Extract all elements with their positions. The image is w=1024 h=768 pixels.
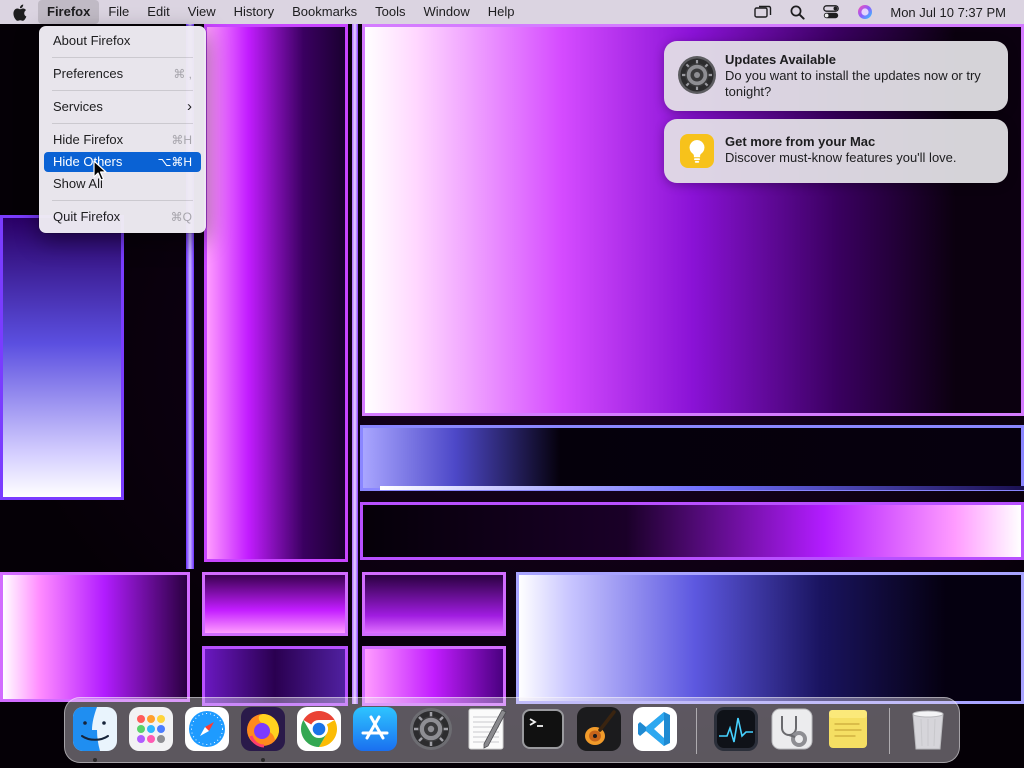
garageband-icon[interactable] — [576, 706, 622, 752]
menu-history[interactable]: History — [225, 0, 283, 24]
launchpad-icon[interactable] — [128, 706, 174, 752]
menu-edit[interactable]: Edit — [138, 0, 178, 24]
screen-mirroring-icon[interactable] — [746, 0, 780, 24]
firefox-app-menu: About Firefox Preferences ⌘ , Services ›… — [39, 26, 206, 233]
trash-icon[interactable] — [905, 706, 951, 752]
menu-item-preferences[interactable]: Preferences ⌘ , — [44, 64, 201, 84]
submenu-chevron-icon: › — [187, 98, 192, 115]
app-store-icon[interactable] — [352, 706, 398, 752]
menu-item-label: About Firefox — [53, 33, 131, 48]
terminal-icon[interactable] — [520, 706, 566, 752]
textedit-icon[interactable] — [464, 706, 510, 752]
safari-icon[interactable] — [184, 706, 230, 752]
system-settings-gear-icon — [677, 55, 717, 95]
notification-updates-available[interactable]: Updates Available Do you want to install… — [664, 41, 1008, 111]
menu-separator — [52, 57, 193, 58]
vscode-icon[interactable] — [632, 706, 678, 752]
menu-item-quit-firefox[interactable]: Quit Firefox ⌘Q — [44, 207, 201, 227]
dock-divider — [889, 708, 890, 754]
menu-item-label: Hide Others — [53, 154, 123, 169]
dock-divider — [696, 708, 697, 754]
notification-title: Updates Available — [725, 52, 837, 67]
menu-separator — [52, 123, 193, 124]
menu-file[interactable]: File — [99, 0, 138, 24]
menu-bookmarks[interactable]: Bookmarks — [283, 0, 366, 24]
menubar-clock[interactable]: Mon Jul 10 7:37 PM — [882, 5, 1024, 20]
menu-item-shortcut: ⌘H — [171, 133, 192, 147]
menu-item-hide-others[interactable]: Hide Others ⌥⌘H — [44, 152, 201, 172]
menu-item-label: Preferences — [53, 66, 124, 81]
system-settings-icon[interactable] — [408, 706, 454, 752]
activity-monitor-icon[interactable] — [713, 706, 759, 752]
finder-icon[interactable] — [72, 706, 118, 752]
menu-separator — [52, 90, 193, 91]
menu-bar: Firefox File Edit View History Bookmarks… — [0, 0, 1024, 24]
notification-title: Get more from your Mac — [725, 134, 876, 149]
disk-utility-icon[interactable] — [769, 706, 815, 752]
notification-body: Discover must-know features you'll love. — [725, 150, 957, 165]
dock — [64, 697, 960, 763]
notification-get-more-from-mac[interactable]: Get more from your Mac Discover must-kno… — [664, 119, 1008, 183]
stickies-icon[interactable] — [825, 706, 871, 752]
menu-item-services[interactable]: Services › — [44, 97, 201, 117]
chrome-icon[interactable] — [296, 706, 342, 752]
menu-item-shortcut: ⌘Q — [170, 210, 192, 224]
mouse-pointer-icon — [93, 160, 107, 182]
running-indicator-firefox — [261, 758, 265, 762]
menu-item-label: Services — [53, 99, 103, 114]
menu-window[interactable]: Window — [415, 0, 479, 24]
menu-item-show-all[interactable]: Show All — [44, 174, 201, 194]
menu-view[interactable]: View — [179, 0, 225, 24]
firefox-icon[interactable] — [240, 706, 286, 752]
menu-firefox[interactable]: Firefox — [38, 0, 100, 24]
notification-body: Do you want to install the updates now o… — [725, 68, 981, 99]
notification-text: Updates Available Do you want to install… — [725, 52, 994, 100]
menu-help[interactable]: Help — [479, 0, 524, 24]
tips-lightbulb-icon — [677, 131, 717, 171]
siri-icon[interactable] — [848, 0, 882, 24]
menu-item-hide-firefox[interactable]: Hide Firefox ⌘H — [44, 130, 201, 150]
menu-item-label: Hide Firefox — [53, 132, 124, 147]
spotlight-search-icon[interactable] — [780, 0, 814, 24]
apple-logo-icon[interactable] — [0, 0, 38, 24]
menu-item-label: Quit Firefox — [53, 209, 121, 224]
menu-item-about-firefox[interactable]: About Firefox — [44, 31, 201, 51]
control-center-icon[interactable] — [814, 0, 848, 24]
menu-item-shortcut: ⌘ , — [173, 67, 192, 81]
menu-tools[interactable]: Tools — [366, 0, 414, 24]
running-indicator-finder — [93, 758, 97, 762]
menu-separator — [52, 200, 193, 201]
notification-text: Get more from your Mac Discover must-kno… — [725, 134, 994, 166]
menu-item-shortcut: ⌥⌘H — [157, 155, 193, 169]
